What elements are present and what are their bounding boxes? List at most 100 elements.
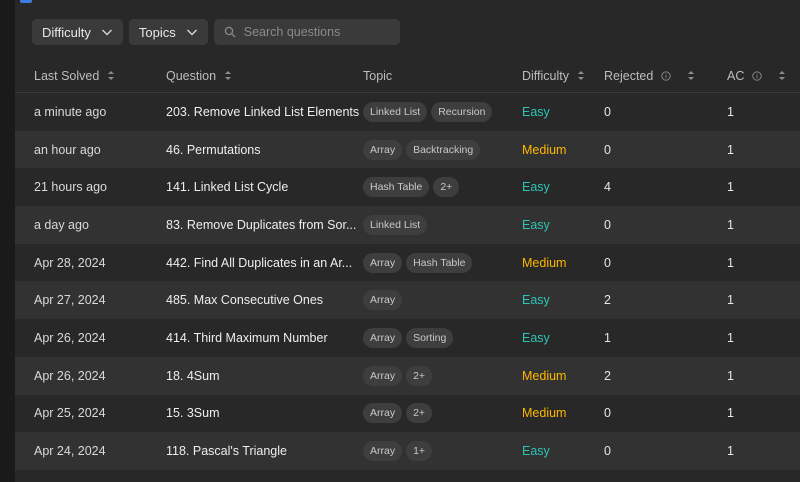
- difficulty-filter-label: Difficulty: [42, 24, 91, 40]
- column-header-ac[interactable]: AC: [727, 58, 786, 93]
- column-header-last-solved[interactable]: Last Solved: [34, 58, 115, 93]
- topic-tag[interactable]: Array: [363, 403, 403, 424]
- last-solved-cell: Apr 26, 2024: [34, 330, 106, 345]
- question-link[interactable]: 141. Linked List Cycle: [166, 168, 288, 206]
- difficulty-cell: Medium: [522, 368, 567, 383]
- last-solved-cell: 21 hours ago: [34, 180, 107, 195]
- table-row[interactable]: a day ago 83. Remove Duplicates from Sor.…: [15, 206, 800, 244]
- difficulty-cell: Easy: [522, 444, 550, 459]
- table-row[interactable]: Apr 28, 2024 442. Find All Duplicates in …: [15, 244, 800, 282]
- last-solved-cell: a day ago: [34, 217, 89, 232]
- table-row[interactable]: a minute ago 203. Remove Linked List Elem…: [15, 93, 800, 131]
- ac-count: 1: [727, 217, 734, 232]
- topics-filter-label: Topics: [138, 24, 176, 40]
- table-row[interactable]: Apr 25, 2024 15. 3Sum Array 2+ Medium 0 1: [15, 395, 800, 433]
- question-link[interactable]: 442. Find All Duplicates in an Ar...: [166, 244, 352, 282]
- topic-cell: Hash Table 2+: [363, 168, 460, 206]
- table-row[interactable]: Apr 24, 2024 118. Pascal's Triangle Array 1…: [15, 432, 800, 470]
- question-link[interactable]: 83. Remove Duplicates from Sor...: [166, 206, 356, 244]
- topic-tag[interactable]: Array: [363, 327, 403, 348]
- topic-tag[interactable]: Hash Table: [363, 177, 430, 198]
- column-header-question[interactable]: Question: [166, 58, 232, 93]
- table-row[interactable]: an hour ago 46. Permutations Array Backtrac…: [15, 130, 800, 169]
- difficulty-cell: Easy: [522, 217, 550, 232]
- topic-tag[interactable]: Array: [363, 441, 403, 462]
- topic-tag[interactable]: 2+: [406, 365, 433, 386]
- question-link[interactable]: 18. 4Sum: [166, 357, 220, 395]
- rejected-count: 4: [604, 180, 611, 195]
- topic-cell: Array 2+: [363, 395, 433, 433]
- table-row[interactable]: Apr 26, 2024 18. 4Sum Array 2+ Medium 2 1: [15, 356, 800, 395]
- sort-icon[interactable]: [687, 70, 695, 81]
- column-label: Question: [166, 68, 217, 83]
- question-link[interactable]: 203. Remove Linked List Elements: [166, 93, 359, 131]
- topic-tag[interactable]: 1+: [406, 441, 433, 462]
- last-solved-cell: an hour ago: [34, 142, 101, 157]
- difficulty-cell: Medium: [522, 142, 567, 157]
- search-input[interactable]: [243, 25, 384, 39]
- rejected-count: 0: [604, 217, 611, 232]
- questions-table: Last Solved Question Topic Difficulty Re…: [15, 58, 800, 470]
- info-icon[interactable]: [752, 70, 763, 81]
- table-row[interactable]: 21 hours ago 141. Linked List Cycle Hash T…: [15, 168, 800, 206]
- rejected-count: 1: [604, 330, 611, 345]
- question-link[interactable]: 46. Permutations: [166, 131, 261, 169]
- question-link[interactable]: 485. Max Consecutive Ones: [166, 281, 323, 319]
- sort-icon[interactable]: [107, 70, 115, 81]
- topic-cell: Array 2+: [363, 357, 433, 395]
- topic-tag[interactable]: Hash Table: [406, 252, 473, 273]
- sort-icon[interactable]: [577, 70, 585, 81]
- topic-tag[interactable]: Backtracking: [406, 139, 481, 160]
- sort-icon[interactable]: [224, 70, 232, 81]
- last-solved-cell: Apr 24, 2024: [34, 444, 106, 459]
- filter-bar: Difficulty Topics: [32, 19, 400, 45]
- difficulty-cell: Easy: [522, 293, 550, 308]
- topic-tag[interactable]: Array: [363, 365, 403, 386]
- column-label: Topic: [363, 68, 393, 83]
- ac-count: 1: [727, 142, 734, 157]
- rejected-count: 2: [604, 368, 611, 383]
- search-icon: [224, 26, 236, 38]
- ac-count: 1: [727, 293, 734, 308]
- topic-cell: Linked List Recursion: [363, 93, 493, 131]
- ac-count: 1: [727, 406, 734, 421]
- topic-cell: Array Sorting: [363, 319, 454, 357]
- topic-tag[interactable]: Linked List: [363, 101, 428, 122]
- topic-cell: Array 1+: [363, 432, 433, 470]
- info-icon[interactable]: [661, 70, 671, 81]
- question-link[interactable]: 118. Pascal's Triangle: [166, 432, 287, 470]
- topics-filter-button[interactable]: Topics: [128, 19, 208, 45]
- topic-tag[interactable]: Recursion: [431, 101, 493, 122]
- column-header-topic: Topic: [363, 58, 392, 93]
- difficulty-filter-button[interactable]: Difficulty: [32, 19, 123, 45]
- topic-tag[interactable]: Linked List: [363, 214, 428, 235]
- last-solved-cell: Apr 25, 2024: [34, 406, 106, 421]
- topic-tag[interactable]: 2+: [433, 177, 460, 198]
- topic-tag[interactable]: Array: [363, 290, 403, 311]
- checkbox-icon[interactable]: [20, 0, 32, 3]
- question-link[interactable]: 414. Third Maximum Number: [166, 319, 328, 357]
- sort-icon[interactable]: [778, 70, 786, 81]
- table-header: Last Solved Question Topic Difficulty Re…: [15, 58, 800, 93]
- column-header-rejected[interactable]: Rejected: [604, 58, 695, 93]
- last-solved-cell: a minute ago: [34, 104, 107, 119]
- table-row[interactable]: Apr 26, 2024 414. Third Maximum Number Arr…: [15, 319, 800, 357]
- question-link[interactable]: 15. 3Sum: [166, 395, 220, 433]
- column-header-difficulty[interactable]: Difficulty: [522, 58, 585, 93]
- left-gutter: [0, 0, 15, 482]
- app-window: Difficulty Topics Last Solved: [0, 0, 800, 482]
- topic-cell: Array Backtracking: [363, 131, 481, 169]
- table-row[interactable]: Apr 27, 2024 485. Max Consecutive Ones Arr…: [15, 281, 800, 320]
- topic-cell: Array Hash Table: [363, 244, 473, 282]
- topic-tag[interactable]: Sorting: [406, 327, 454, 348]
- topic-tag[interactable]: Array: [363, 139, 403, 160]
- topic-tag[interactable]: Array: [363, 252, 403, 273]
- column-label: Rejected: [604, 68, 654, 83]
- topic-tag[interactable]: 2+: [406, 403, 433, 424]
- rejected-count: 0: [604, 104, 611, 119]
- rejected-count: 0: [604, 255, 611, 270]
- search-box[interactable]: [213, 19, 400, 45]
- rejected-count: 0: [604, 142, 611, 157]
- ac-count: 1: [727, 255, 734, 270]
- column-label: Last Solved: [34, 68, 100, 83]
